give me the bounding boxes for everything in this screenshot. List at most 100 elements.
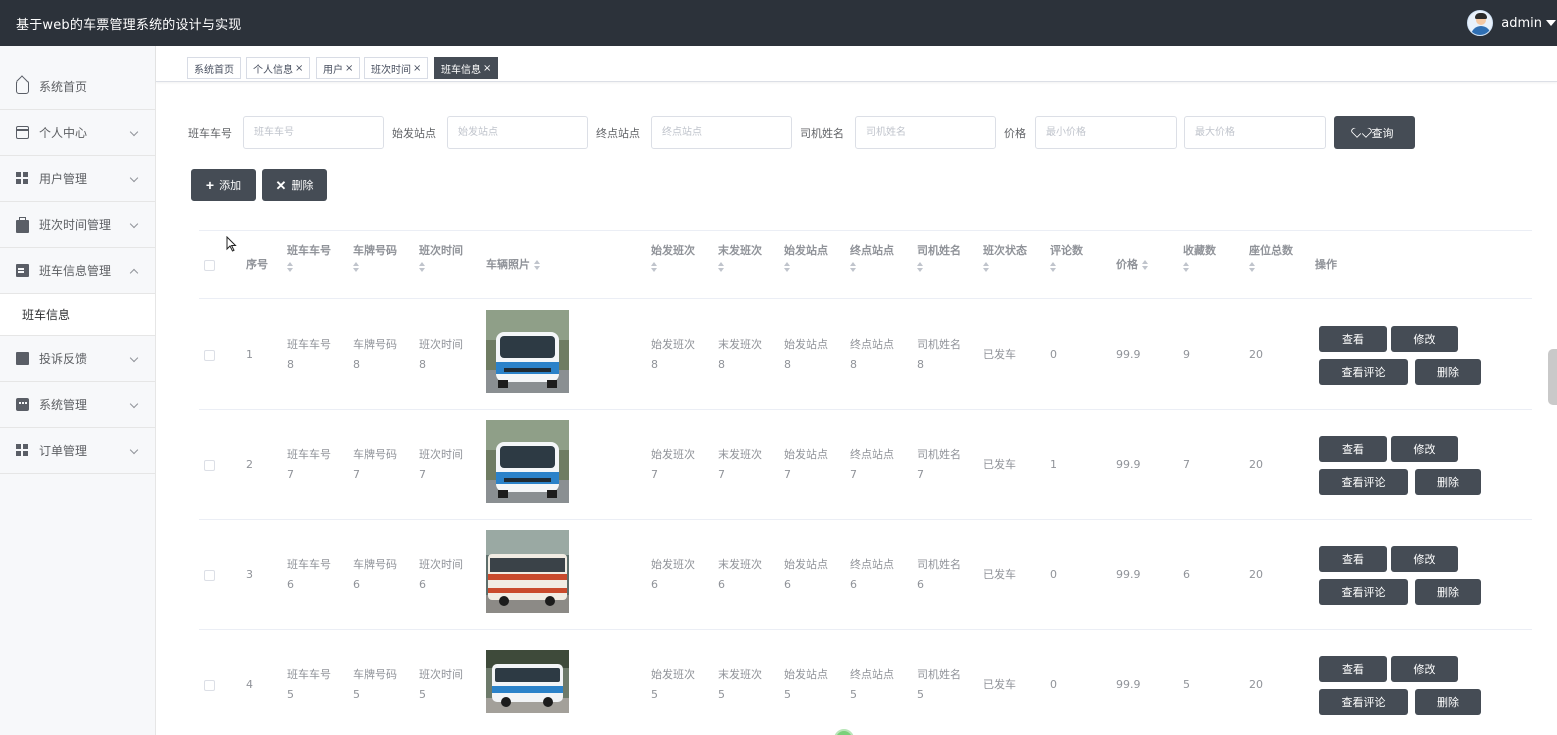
tab-label: 用户 — [323, 64, 343, 76]
min-price-input[interactable] — [1035, 116, 1177, 149]
sort-icon[interactable] — [917, 262, 925, 272]
sort-icon[interactable] — [850, 262, 858, 272]
view-comments-button[interactable]: 查看评论 — [1319, 689, 1408, 715]
sort-icon[interactable] — [983, 262, 991, 272]
row-checkbox[interactable] — [204, 350, 215, 361]
sort-icon[interactable] — [533, 260, 542, 270]
cell-favorites: 7 — [1183, 458, 1190, 471]
view-button[interactable]: 查看 — [1319, 656, 1387, 682]
sidebar-subitem-bus-info[interactable]: 班车信息 — [0, 294, 155, 336]
col-favorites[interactable]: 收藏数 — [1183, 241, 1216, 272]
sort-icon[interactable] — [353, 262, 361, 272]
bus-photo[interactable] — [486, 650, 569, 713]
sort-icon[interactable] — [287, 262, 295, 272]
search-label-bus-no: 班车车号 — [188, 127, 232, 140]
cell-price: 99.9 — [1116, 348, 1141, 361]
grid-icon — [16, 444, 29, 457]
col-schedule-time[interactable]: 班次时间 — [419, 241, 463, 272]
max-price-input[interactable] — [1184, 116, 1326, 149]
driver-name-input[interactable] — [855, 116, 996, 149]
edit-button[interactable]: 修改 — [1391, 546, 1458, 572]
sidebar-item-orders[interactable]: 订单管理 — [0, 428, 155, 474]
view-button[interactable]: 查看 — [1319, 436, 1387, 462]
close-icon[interactable]: × — [483, 63, 491, 74]
sort-icon[interactable] — [1249, 262, 1257, 272]
tab-schedule-time[interactable]: 班次时间 × — [364, 57, 429, 79]
edit-button[interactable]: 修改 — [1391, 326, 1458, 352]
user-menu[interactable]: admin — [1467, 9, 1557, 37]
row-delete-button[interactable]: 删除 — [1415, 689, 1481, 715]
delete-button[interactable]: ✕ 删除 — [262, 169, 327, 201]
sort-icon[interactable] — [419, 262, 427, 272]
col-price[interactable]: 价格 — [1116, 255, 1150, 275]
cell-first-shift: 始发班次 7 — [651, 448, 695, 481]
bus-no-input[interactable] — [243, 116, 384, 149]
close-icon[interactable]: × — [413, 63, 421, 74]
col-first-shift[interactable]: 始发班次 — [651, 241, 695, 272]
row-checkbox[interactable] — [204, 570, 215, 581]
col-photo[interactable]: 车辆照片 — [486, 255, 542, 275]
sort-icon[interactable] — [1141, 260, 1150, 270]
sort-icon[interactable] — [1050, 262, 1058, 272]
row-delete-button[interactable]: 删除 — [1415, 469, 1481, 495]
avatar[interactable] — [1467, 10, 1494, 36]
sidebar-item-system-management[interactable]: 系统管理 — [0, 382, 155, 428]
sort-icon[interactable] — [1183, 262, 1191, 272]
cell-schedule-time: 班次时间 7 — [419, 448, 463, 481]
close-icon[interactable]: × — [345, 63, 353, 74]
sort-icon[interactable] — [784, 262, 792, 272]
sidebar-item-home[interactable]: 系统首页 — [0, 46, 155, 110]
sidebar: 系统首页 个人中心 用户管理 班次时间管理 班车信息管理 班车信息 投诉反馈 系… — [0, 46, 156, 735]
col-start-station[interactable]: 始发站点 — [784, 241, 828, 272]
bus-photo[interactable] — [486, 420, 569, 503]
row-checkbox[interactable] — [204, 680, 215, 691]
add-button[interactable]: + 添加 — [191, 169, 256, 201]
row-delete-button[interactable]: 删除 — [1415, 579, 1481, 605]
bus-info-table: 序号 班车车号 车牌号码 班次时间 车辆照片 始发班次 末发班次 始发站点 终点… — [199, 230, 1532, 715]
query-button[interactable]: 查询 — [1334, 116, 1415, 149]
scrollbar-thumb[interactable] — [1548, 349, 1557, 405]
col-driver[interactable]: 司机姓名 — [917, 241, 961, 272]
close-icon[interactable]: × — [295, 63, 303, 74]
col-seats[interactable]: 座位总数 — [1249, 241, 1293, 272]
tags-view: 系统首页 个人信息 × 用户 × 班次时间 × 班车信息 × — [156, 46, 1557, 82]
start-station-input[interactable] — [447, 116, 588, 149]
view-button[interactable]: 查看 — [1319, 546, 1387, 572]
edit-button[interactable]: 修改 — [1391, 656, 1458, 682]
col-status[interactable]: 班次状态 — [983, 241, 1027, 272]
cell-favorites: 5 — [1183, 678, 1190, 691]
col-plate[interactable]: 车牌号码 — [353, 241, 397, 272]
tab-personal-info[interactable]: 个人信息 × — [246, 57, 311, 79]
bus-photo[interactable] — [486, 530, 569, 613]
edit-button[interactable]: 修改 — [1391, 436, 1458, 462]
col-end-station[interactable]: 终点站点 — [850, 241, 894, 272]
col-comments[interactable]: 评论数 — [1050, 241, 1083, 272]
select-all-checkbox[interactable] — [204, 260, 215, 271]
query-button-label: 查询 — [1371, 127, 1394, 140]
sort-icon[interactable] — [718, 262, 726, 272]
col-ops: 操作 — [1315, 258, 1337, 271]
sidebar-item-user-management[interactable]: 用户管理 — [0, 156, 155, 202]
sidebar-item-schedule-time[interactable]: 班次时间管理 — [0, 202, 155, 248]
sidebar-item-personal-center[interactable]: 个人中心 — [0, 110, 155, 156]
sidebar-item-bus-info[interactable]: 班车信息管理 — [0, 248, 155, 294]
sort-icon[interactable] — [651, 262, 659, 272]
cell-seats: 20 — [1249, 458, 1263, 471]
view-comments-button[interactable]: 查看评论 — [1319, 469, 1408, 495]
cell-end-station: 终点站点 8 — [850, 338, 894, 371]
row-delete-button[interactable]: 删除 — [1415, 359, 1481, 385]
col-bus-no[interactable]: 班车车号 — [287, 241, 331, 272]
end-station-input[interactable] — [651, 116, 792, 149]
view-comments-button[interactable]: 查看评论 — [1319, 359, 1408, 385]
sidebar-item-complaints[interactable]: 投诉反馈 — [0, 336, 155, 382]
caret-down-icon[interactable] — [1546, 20, 1556, 26]
tab-home[interactable]: 系统首页 — [187, 57, 241, 79]
tab-bus-info[interactable]: 班车信息 × — [434, 57, 499, 79]
bus-photo[interactable] — [486, 310, 569, 393]
row-checkbox[interactable] — [204, 460, 215, 471]
tab-users[interactable]: 用户 × — [316, 57, 361, 79]
col-last-shift[interactable]: 末发班次 — [718, 241, 762, 272]
view-button[interactable]: 查看 — [1319, 326, 1387, 352]
username[interactable]: admin — [1501, 16, 1542, 31]
view-comments-button[interactable]: 查看评论 — [1319, 579, 1408, 605]
